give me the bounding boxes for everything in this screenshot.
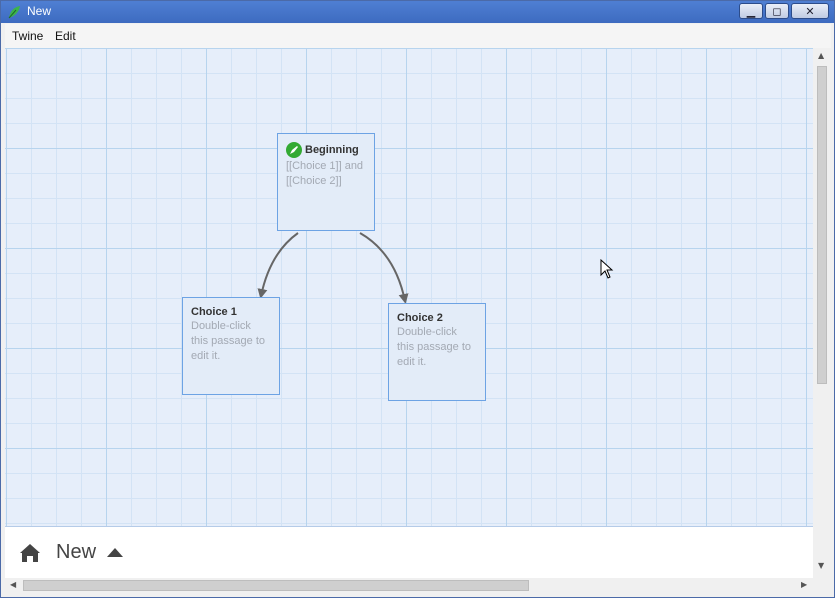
vertical-scrollbar[interactable]: ▲ ▼	[813, 48, 831, 574]
link-arrow-choice-2	[359, 232, 409, 304]
menu-bar: Twine Edit	[5, 24, 831, 48]
passage-title: Choice 2	[397, 312, 443, 324]
passage-title-row: Beginning	[286, 142, 366, 158]
passage-beginning[interactable]: Beginning [[Choice 1]] and [[Choice 2]]	[277, 133, 375, 231]
scroll-up-icon[interactable]: ▲	[818, 51, 824, 60]
rocket-icon	[286, 142, 302, 158]
story-name[interactable]: New	[56, 541, 96, 564]
twine-leaf-icon	[8, 6, 20, 19]
maximize-button[interactable]: ◻	[765, 3, 789, 19]
menu-edit[interactable]: Edit	[55, 29, 76, 43]
minimize-button[interactable]: ▁	[739, 3, 763, 19]
mouse-pointer-icon	[600, 259, 614, 279]
scroll-down-icon[interactable]: ▼	[818, 561, 824, 570]
title-bar[interactable]: New ▁ ◻ ✕	[1, 1, 834, 23]
passage-excerpt: Double-click this passage to edit it.	[191, 320, 265, 362]
passage-title: Choice 1	[191, 306, 237, 318]
home-icon[interactable]	[19, 543, 41, 563]
close-button[interactable]: ✕	[791, 3, 829, 19]
horizontal-scrollbar[interactable]: ◀ ▶	[5, 578, 813, 593]
window-title: New	[27, 4, 52, 18]
passage-choice-2[interactable]: Choice 2 Double-click this passage to ed…	[388, 303, 486, 401]
passage-choice-1[interactable]: Choice 1 Double-click this passage to ed…	[182, 297, 280, 395]
menu-twine[interactable]: Twine	[12, 29, 43, 43]
link-arrow-choice-1	[257, 232, 299, 299]
scroll-left-icon[interactable]: ◀	[10, 580, 16, 589]
scroll-right-icon[interactable]: ▶	[801, 580, 807, 589]
story-map-canvas[interactable]: Beginning [[Choice 1]] and [[Choice 2]] …	[5, 48, 813, 526]
horizontal-scroll-thumb[interactable]	[23, 580, 529, 591]
story-toolbar: New	[5, 526, 813, 579]
caret-up-icon[interactable]	[107, 547, 123, 557]
passage-excerpt: Double-click this passage to edit it.	[397, 326, 471, 368]
passage-excerpt: [[Choice 1]] and [[Choice 2]]	[286, 160, 364, 187]
passage-links	[257, 232, 409, 304]
passage-title: Beginning	[305, 144, 359, 156]
app-window: New ▁ ◻ ✕ Twine Edit Beginning [[Choice …	[0, 0, 835, 598]
vertical-scroll-thumb[interactable]	[817, 66, 827, 384]
